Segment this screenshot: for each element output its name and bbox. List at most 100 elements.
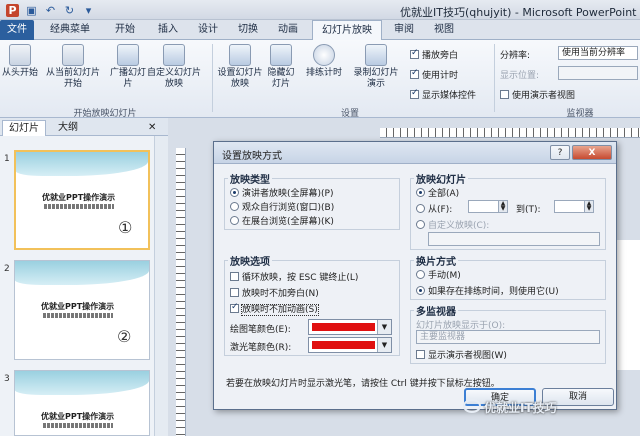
monitor-select[interactable]: 主要监视器 [416,330,600,344]
tab-outline[interactable]: 大纲 [52,120,84,136]
presenter-radio[interactable]: 演讲者放映(全屏幕)(P) [230,186,333,199]
hide-slide-button[interactable]: 隐藏幻灯片 [266,44,296,90]
loop-check[interactable]: 循环放映，按 ESC 键终止(L) [230,270,358,283]
checkbox-icon [500,90,509,99]
tab-transitions[interactable]: 切换 [230,20,266,40]
presenter-view-check[interactable]: 显示演示者视图(W) [416,348,507,361]
spin-arrows-icon: ▲ ▼ [498,201,507,212]
watermark-text: 优就业IT技巧 [484,401,557,415]
individual-label: 观众自行浏览(窗口)(B) [242,203,335,213]
tab-animations[interactable]: 动画 [270,20,306,40]
from-current-slide-button[interactable]: 从当前幻灯片开始 [42,44,104,90]
radio-icon [416,204,425,213]
monitors-header: 多监视器 [414,303,458,318]
individual-radio[interactable]: 观众自行浏览(窗口)(B) [230,200,334,213]
radio-icon [416,220,425,229]
from-spinner[interactable]: ▲ ▼ [468,200,508,213]
broadcast-icon [117,44,139,66]
slide-subtitle-line [43,313,113,318]
use-timings-label: 如果存在排练时间，则使用它(U) [428,287,559,297]
media-controls-check[interactable]: 显示媒体控件 [410,88,476,101]
kiosk-label: 在展台浏览(全屏幕)(K) [242,217,334,227]
tab-classic-menu[interactable]: 经典菜单 [40,20,100,40]
close-pane-icon[interactable]: ✕ [148,120,156,136]
no-animation-check[interactable]: 放映时不加动画(S) [230,302,319,316]
setup-show-button[interactable]: 设置幻灯片放映 [214,44,266,90]
use-timings-label: 使用计时 [422,71,459,81]
tab-home[interactable]: 开始 [105,20,145,40]
save-icon[interactable]: ▣ [25,4,38,17]
close-button[interactable]: X [572,145,612,160]
slide-thumbnail[interactable]: 优就业PPT操作演示 ① [14,150,150,250]
custom-show-radio[interactable]: 自定义放映(C): [416,218,489,231]
hide-slide-label: 隐藏幻灯片 [267,68,295,89]
manual-radio[interactable]: 手动(M) [416,268,461,281]
resolution-select[interactable]: 使用当前分辨率 [558,46,638,60]
window-title: 优就业IT技巧(qhujyit) - Microsoft PowerPoint [400,6,637,19]
checkbox-icon [230,288,239,297]
undo-icon[interactable]: ↶ [44,4,57,17]
vertical-ruler [176,148,186,436]
tab-slides[interactable]: 幻灯片 [2,120,46,136]
slide-subtitle-line [44,204,114,209]
clock-icon [313,44,335,66]
tab-design[interactable]: 设计 [190,20,226,40]
custom-show-label: 自定义放映(C): [428,221,490,231]
from-beginning-label: 从头开始 [1,68,38,78]
ribbon-tab-bar: 文件 经典菜单 开始 插入 设计 切换 动画 幻灯片放映 审阅 视图 [0,20,640,41]
loop-label: 循环放映，按 ESC 键终止(L) [242,273,359,283]
record-label: 录制幻灯片演示 [353,68,399,89]
to-spinner[interactable]: ▲ ▼ [554,200,594,213]
radio-icon [416,188,425,197]
radio-icon [416,270,425,279]
laser-color-picker[interactable]: ▼ [308,337,392,353]
all-slides-radio[interactable]: 全部(A) [416,186,459,199]
tab-view[interactable]: 视图 [426,20,462,40]
wechat-icon [463,399,481,413]
record-slide-show-button[interactable]: 录制幻灯片演示 [350,44,402,90]
panel-scrollbar[interactable] [154,136,168,436]
tab-insert[interactable]: 插入 [150,20,186,40]
from-beginning-button[interactable]: 从头开始 [0,44,40,79]
media-controls-label: 显示媒体控件 [422,91,477,101]
tab-slide-show[interactable]: 幻灯片放映 [312,20,382,41]
pen-color-swatch [312,323,375,331]
presenter-view-check[interactable]: 使用演示者视图 [500,88,575,101]
broadcast-label: 广播幻灯片 [109,68,146,89]
pen-color-label: 绘图笔颜色(E): [230,325,291,335]
slide-thumbnail[interactable]: 优就业PPT操作演示 ② [14,260,150,360]
resolution-label: 分辨率: [500,51,531,61]
slide-header-wave [15,261,149,285]
spin-arrows-icon: ▲ ▼ [584,201,593,212]
from-radio[interactable]: 从(F): [416,202,452,215]
broadcast-button[interactable]: 广播幻灯片 [108,44,148,90]
slide-title: 优就业PPT操作演示 [42,193,116,202]
play-narrations-check[interactable]: 播放旁白 [410,48,458,61]
radio-icon [416,286,425,295]
slide-mark: ① [118,218,133,237]
help-button[interactable]: ? [550,145,570,160]
use-timings-radio[interactable]: 如果存在排练时间，则使用它(U) [416,284,559,297]
tab-review[interactable]: 审阅 [386,20,422,40]
slide-header-wave [15,371,149,395]
custom-show-select[interactable] [428,232,600,246]
tab-file[interactable]: 文件 [0,20,34,40]
show-type-header: 放映类型 [228,171,272,186]
no-narration-check[interactable]: 放映时不加旁白(N) [230,286,319,299]
slide-number: 1 [4,154,10,164]
laser-hint: 若要在放映幻灯片时显示激光笔，请按住 Ctrl 键并按下鼠标左按钮。 [226,379,500,389]
slide-title: 优就业PPT操作演示 [41,412,115,421]
redo-icon[interactable]: ↻ [63,4,76,17]
rehearse-timings-button[interactable]: 排练计时 [302,44,346,79]
kiosk-radio[interactable]: 在展台浏览(全屏幕)(K) [230,214,334,227]
qat-dropdown-icon[interactable]: ▾ [82,4,95,17]
use-timings-check[interactable]: 使用计时 [410,68,458,81]
horizontal-ruler [380,128,640,138]
setup-show-label: 设置幻灯片放映 [217,68,263,89]
pen-color-picker[interactable]: ▼ [308,319,392,335]
show-on-select[interactable] [558,66,638,80]
slide-thumbnail[interactable]: 优就业PPT操作演示 [14,370,150,436]
from-label: 从(F): [428,205,453,215]
custom-show-button[interactable]: 自定义幻灯片放映 [146,44,202,90]
chevron-down-icon: ▼ [377,338,391,352]
